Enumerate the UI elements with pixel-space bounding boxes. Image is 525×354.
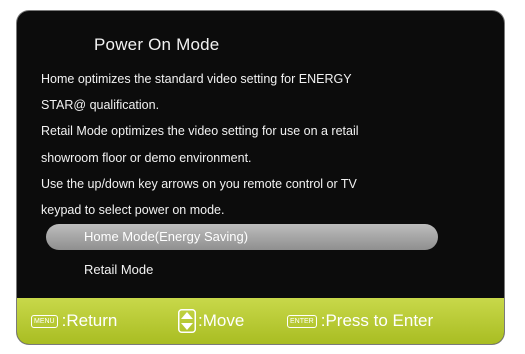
description-line: showroom floor or demo environment. xyxy=(41,150,252,165)
footer-hint-bar: MENU :Return :Move ENTER :Press to Enter xyxy=(17,298,504,344)
menu-key-icon: MENU xyxy=(31,314,58,328)
description-line: keypad to select power on mode. xyxy=(41,203,225,218)
move-hint: :Move xyxy=(178,298,244,344)
option-retail-mode[interactable]: Retail Mode xyxy=(46,257,438,283)
move-label: :Move xyxy=(198,311,245,330)
description-line: Use the up/down key arrows on you remote… xyxy=(41,176,357,191)
return-label: :Return xyxy=(61,311,118,330)
option-home-mode[interactable]: Home Mode(Energy Saving) xyxy=(46,224,438,250)
power-on-mode-dialog: Power On Mode Home optimizes the standar… xyxy=(17,11,504,344)
description-line: Home optimizes the standard video settin… xyxy=(41,72,352,86)
dialog-title: Power On Mode xyxy=(94,35,220,54)
up-down-arrows-icon xyxy=(178,309,196,333)
enter-hint[interactable]: ENTER :Press to Enter xyxy=(287,298,433,344)
description-line: STAR@ qualification. xyxy=(41,98,160,113)
return-hint[interactable]: MENU :Return xyxy=(31,298,117,344)
enter-label: :Press to Enter xyxy=(320,311,434,330)
dialog-description: Home optimizes the standard video settin… xyxy=(41,66,481,223)
description-line: Retail Mode optimizes the video setting … xyxy=(41,124,359,139)
enter-key-icon: ENTER xyxy=(287,314,317,328)
